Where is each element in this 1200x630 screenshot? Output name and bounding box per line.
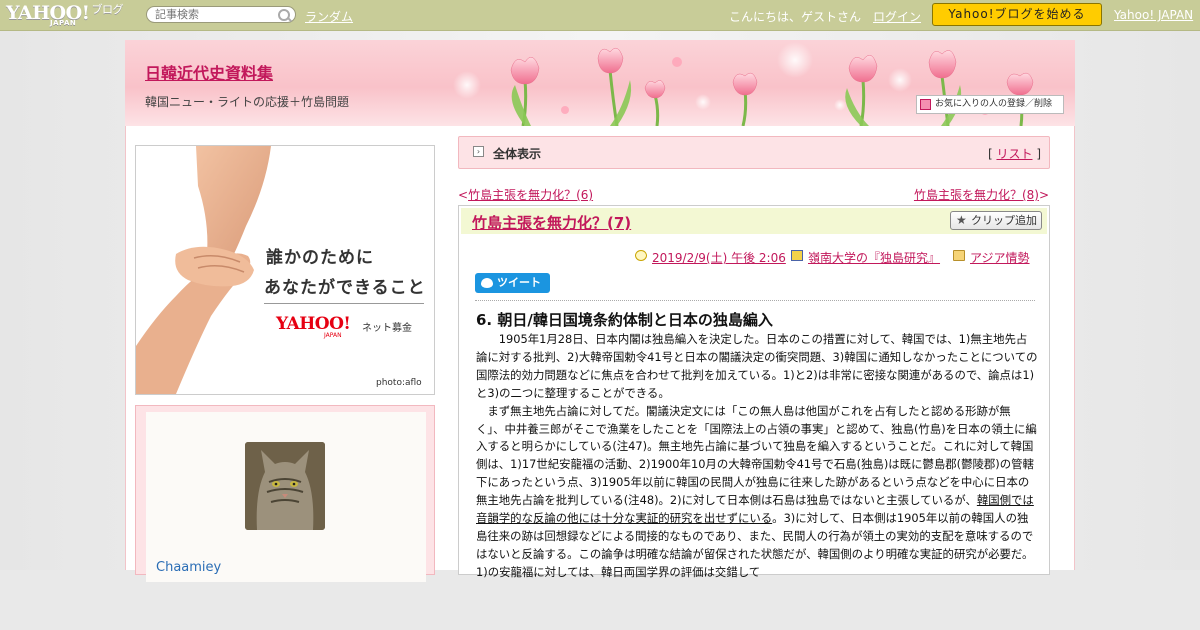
banner-yahoo-logo: YAHOO!: [276, 314, 351, 334]
prev-arrow: <: [458, 188, 469, 202]
heart-icon: [920, 99, 931, 110]
net-donation-banner[interactable]: 誰かのために あなたができること YAHOO! JAPAN ネット募金 phot…: [135, 145, 435, 395]
article-body: 1905年1月28日、日本内閣は独島編入を決定した。日本のこの措置に対して、韓国…: [476, 331, 1038, 582]
hands-photo: [136, 146, 271, 394]
greeting-text: こんにちは、ゲストさん: [729, 10, 862, 24]
next-article-link[interactable]: 竹島主張を無力化？(8): [914, 188, 1039, 202]
random-link[interactable]: ランダム: [305, 8, 353, 25]
star-icon: ★: [956, 213, 967, 227]
section-heading: 6. 朝日/韓日国境条約体制と日本の独島編入: [476, 311, 773, 329]
logo-main: YAHOO!: [6, 2, 90, 24]
folder-icon: [953, 250, 965, 261]
list-link-wrapper: [ リスト ]: [988, 145, 1041, 162]
next-article-nav: 竹島主張を無力化？(8)>: [914, 186, 1049, 203]
profile-box: Chaamiey: [135, 405, 435, 582]
blog-title[interactable]: 日韓近代史資料集: [145, 60, 273, 84]
search-box: [146, 6, 296, 23]
banner-line1: 誰かのために: [266, 248, 374, 268]
start-blog-button[interactable]: Yahoo!ブログを始める: [932, 3, 1102, 26]
book-icon: [791, 250, 803, 261]
paragraph-1: 1905年1月28日、日本内閣は独島編入を決定した。日本のこの措置に対して、韓国…: [476, 332, 1038, 400]
yahoo-japan-link[interactable]: Yahoo! JAPAN: [1114, 8, 1193, 22]
logo-sub: JAPAN: [50, 19, 77, 27]
profile-inner: Chaamiey: [146, 412, 426, 582]
prev-article-link[interactable]: 竹島主張を無力化？(6): [468, 188, 593, 202]
clip-add-label: クリップ追加: [971, 214, 1037, 227]
blog-header: 日韓近代史資料集 韓国ニュー・ライトの応援＋竹島問題 お気に入りの人の登録／削除: [125, 40, 1075, 126]
banner-bokin-label: ネット募金: [362, 323, 412, 334]
banner-divider: [264, 303, 424, 304]
favorite-register-label: お気に入りの人の登録／削除: [935, 99, 1053, 109]
banner-line2: あなたができること: [264, 278, 426, 298]
list-bracket-close: ]: [1036, 147, 1041, 161]
yahoo-blog-logo[interactable]: YAHOO! ブログ JAPAN: [6, 3, 123, 27]
list-bracket-open: [: [987, 147, 993, 161]
cat-avatar-image: [245, 442, 325, 530]
article-divider: [475, 300, 1035, 301]
search-input[interactable]: [155, 8, 275, 21]
expand-icon: ›: [473, 146, 484, 157]
twitter-bird-icon: [481, 278, 493, 288]
tweet-button[interactable]: ツイート: [475, 273, 550, 293]
article-category[interactable]: アジア情勢: [970, 249, 1030, 266]
article-title[interactable]: 竹島主張を無力化？(7): [472, 212, 631, 233]
favorite-register-button[interactable]: お気に入りの人の登録／削除: [916, 95, 1064, 114]
avatar[interactable]: [245, 442, 325, 530]
article-date[interactable]: 2019/2/9(土) 午後 2:06: [652, 249, 786, 266]
view-mode-bar: › 全体表示 [ リスト ]: [458, 136, 1050, 169]
logo-blog: ブログ: [91, 3, 123, 16]
banner-yahoo-logo-sub: JAPAN: [324, 332, 342, 339]
profile-user-name[interactable]: Chaamiey: [156, 560, 221, 575]
top-bar: YAHOO!ブログ JAPAN ランダム こんにちは、ゲストさん ログイン Ya…: [0, 0, 1200, 31]
tweet-label: ツイート: [497, 276, 541, 289]
blog-description: 韓国ニュー・ライトの応援＋竹島問題: [145, 95, 350, 109]
login-link[interactable]: ログイン: [873, 8, 921, 25]
clip-add-button[interactable]: ★ クリップ追加: [950, 211, 1042, 230]
prev-article-nav: <竹島主張を無力化？(6): [458, 186, 593, 203]
clock-icon: [635, 250, 647, 261]
photo-credit: photo:aflo: [376, 378, 422, 388]
list-view-link[interactable]: リスト: [996, 147, 1032, 161]
next-arrow: >: [1038, 188, 1049, 202]
article-title-bar: 竹島主張を無力化？(7) ★ クリップ追加: [461, 208, 1047, 234]
paragraph-2: まず無主地先占論に対してだ。閣議決定文には「この無人島は他国がこれを占有したと認…: [476, 403, 1038, 582]
search-icon[interactable]: [278, 9, 290, 21]
article-source[interactable]: 嶺南大学の『独島研究』: [808, 249, 940, 266]
view-all-label[interactable]: 全体表示: [493, 145, 541, 162]
article-box: 竹島主張を無力化？(7) ★ クリップ追加 2019/2/9(土) 午後 2:0…: [458, 205, 1050, 579]
paragraph-2-a: まず無主地先占論に対してだ。閣議決定文には「この無人島は他国がこれを占有したと認…: [476, 403, 1037, 508]
